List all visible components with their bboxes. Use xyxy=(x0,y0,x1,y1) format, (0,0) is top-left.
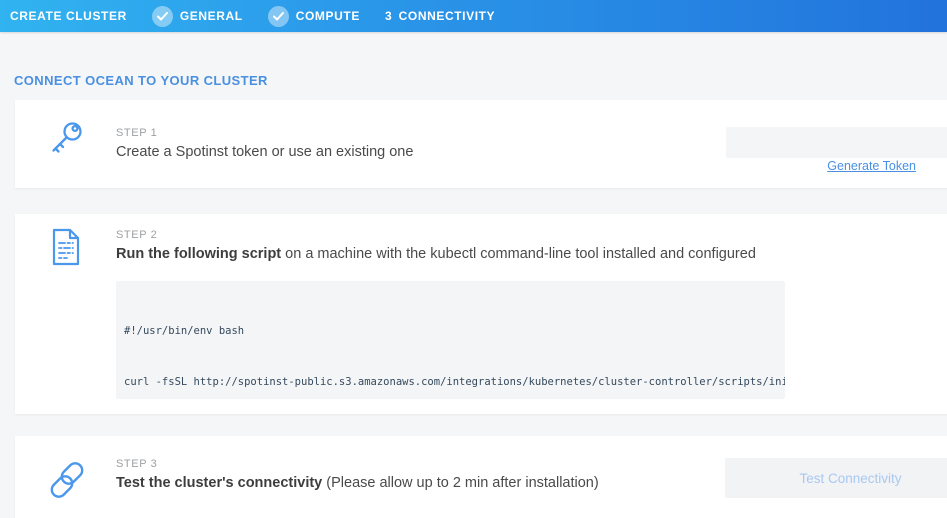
step3-description: Test the cluster's connectivity (Please … xyxy=(116,475,599,491)
test-connectivity-button[interactable]: Test Connectivity xyxy=(725,458,947,498)
step1-card: STEP 1 Create a Spotinst token or use an… xyxy=(15,100,947,188)
tab-connectivity-number: 3 xyxy=(385,9,392,23)
step2-label: STEP 2 xyxy=(116,229,157,241)
step2-card: STEP 2 Run the following script on a mac… xyxy=(15,214,947,414)
wizard-title: CREATE CLUSTER xyxy=(10,9,127,23)
step1-description: Create a Spotinst token or use an existi… xyxy=(116,144,413,160)
check-icon xyxy=(268,6,289,27)
tab-connectivity[interactable]: 3 CONNECTIVITY xyxy=(385,9,495,23)
step3-description-bold: Test the cluster's connectivity xyxy=(116,475,322,491)
key-icon xyxy=(48,120,84,163)
tab-connectivity-label: CONNECTIVITY xyxy=(399,9,496,23)
step2-description: Run the following script on a machine wi… xyxy=(116,246,756,262)
step3-label: STEP 3 xyxy=(116,458,157,470)
token-input[interactable] xyxy=(726,127,947,158)
tab-compute[interactable]: COMPUTE xyxy=(268,6,360,27)
tab-general[interactable]: GENERAL xyxy=(152,6,243,27)
step1-label: STEP 1 xyxy=(116,127,157,139)
step3-description-rest: (Please allow up to 2 min after installa… xyxy=(322,475,598,491)
step2-description-rest: on a machine with the kubectl command-li… xyxy=(281,246,756,262)
check-icon xyxy=(152,6,173,27)
create-cluster-screen: CREATE CLUSTER GENERAL COMPUTE 3 CONNECT… xyxy=(0,0,947,518)
link-icon xyxy=(48,460,86,505)
step3-card: STEP 3 Test the cluster's connectivity (… xyxy=(15,436,947,518)
code-line: curl -fsSL http://spotinst-public.s3.ama… xyxy=(124,374,777,391)
install-script-code-block: #!/usr/bin/env bash curl -fsSL http://sp… xyxy=(116,281,785,399)
step2-description-bold: Run the following script xyxy=(116,246,281,262)
tab-compute-label: COMPUTE xyxy=(296,9,360,23)
wizard-topbar: CREATE CLUSTER GENERAL COMPUTE 3 CONNECT… xyxy=(0,0,947,32)
tab-general-label: GENERAL xyxy=(180,9,243,23)
generate-token-link[interactable]: Generate Token xyxy=(827,159,916,173)
page-title: CONNECT OCEAN TO YOUR CLUSTER xyxy=(14,73,268,88)
code-line: #!/usr/bin/env bash xyxy=(124,323,777,340)
script-file-icon xyxy=(50,228,82,271)
